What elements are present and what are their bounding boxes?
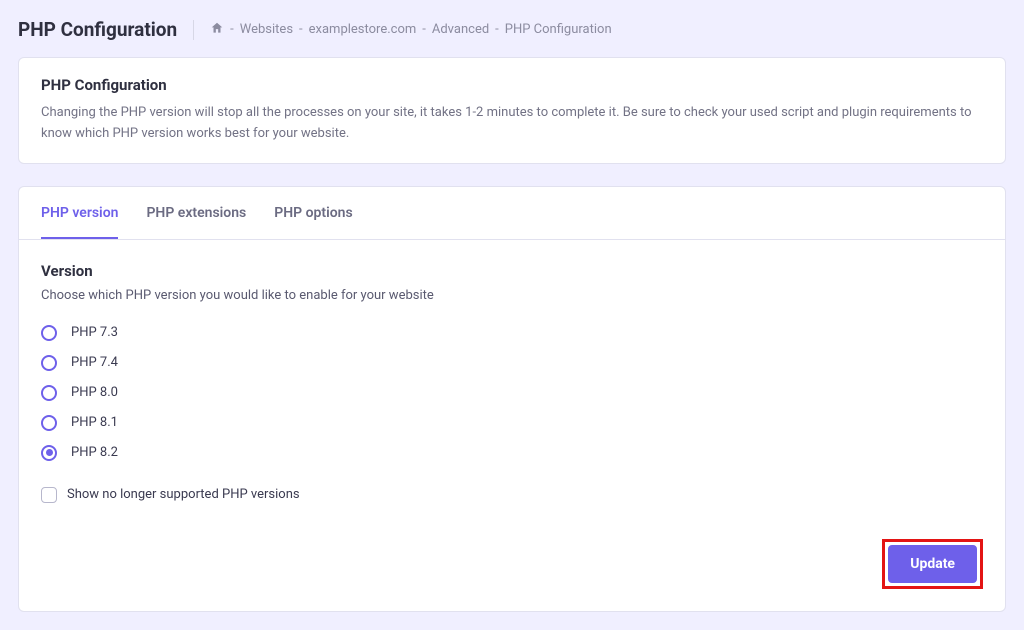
show-unsupported-checkbox[interactable]: Show no longer supported PHP versions: [41, 487, 983, 503]
page-header: PHP Configuration - Websites - examplest…: [18, 18, 1006, 41]
home-icon[interactable]: [210, 21, 224, 39]
radio-label: PHP 7.3: [71, 325, 118, 340]
checkbox-icon: [41, 487, 57, 503]
tab-php-version[interactable]: PHP version: [41, 187, 118, 239]
tab-label: PHP version: [41, 205, 118, 221]
radio-label: PHP 7.4: [71, 355, 118, 370]
info-card: PHP Configuration Changing the PHP versi…: [18, 57, 1006, 164]
tab-label: PHP extensions: [146, 205, 246, 221]
main-panel: PHP version PHP extensions PHP options V…: [18, 186, 1006, 612]
breadcrumb-sep: -: [495, 22, 499, 37]
radio-label: PHP 8.2: [71, 445, 118, 460]
breadcrumb-domain[interactable]: examplestore.com: [309, 22, 417, 37]
breadcrumb-sep: -: [230, 22, 234, 37]
radio-php-7-3[interactable]: PHP 7.3: [41, 325, 983, 341]
radio-icon: [41, 415, 57, 431]
panel-body: Version Choose which PHP version you wou…: [19, 240, 1005, 611]
checkbox-label: Show no longer supported PHP versions: [67, 487, 300, 502]
breadcrumb[interactable]: - Websites - examplestore.com - Advanced…: [210, 21, 611, 39]
update-button-label: Update: [910, 556, 955, 572]
page-title: PHP Configuration: [18, 18, 177, 41]
breadcrumb-advanced[interactable]: Advanced: [432, 22, 489, 37]
tab-label: PHP options: [274, 205, 352, 221]
radio-dot-icon: [46, 449, 53, 456]
radio-label: PHP 8.1: [71, 415, 118, 430]
breadcrumb-sep: -: [422, 22, 426, 37]
radio-label: PHP 8.0: [71, 385, 118, 400]
breadcrumb-current: PHP Configuration: [505, 22, 612, 37]
section-title: Version: [41, 262, 983, 280]
radio-php-8-0[interactable]: PHP 8.0: [41, 385, 983, 401]
tab-php-options[interactable]: PHP options: [274, 187, 352, 239]
update-button[interactable]: Update: [888, 545, 977, 583]
radio-icon: [41, 325, 57, 341]
radio-icon: [41, 385, 57, 401]
radio-php-7-4[interactable]: PHP 7.4: [41, 355, 983, 371]
info-card-title: PHP Configuration: [41, 76, 983, 94]
section-description: Choose which PHP version you would like …: [41, 288, 983, 303]
tab-php-extensions[interactable]: PHP extensions: [146, 187, 246, 239]
divider: [193, 20, 194, 40]
php-version-radio-list: PHP 7.3 PHP 7.4 PHP 8.0 PHP 8.1 PHP 8.2: [41, 325, 983, 461]
radio-icon: [41, 355, 57, 371]
panel-footer: Update: [41, 539, 983, 589]
radio-icon: [41, 445, 57, 461]
update-highlight: Update: [882, 539, 983, 589]
tab-list: PHP version PHP extensions PHP options: [19, 187, 1005, 240]
radio-php-8-1[interactable]: PHP 8.1: [41, 415, 983, 431]
radio-php-8-2[interactable]: PHP 8.2: [41, 445, 983, 461]
breadcrumb-websites[interactable]: Websites: [240, 22, 293, 37]
breadcrumb-sep: -: [299, 22, 303, 37]
info-card-description: Changing the PHP version will stop all t…: [41, 102, 983, 145]
